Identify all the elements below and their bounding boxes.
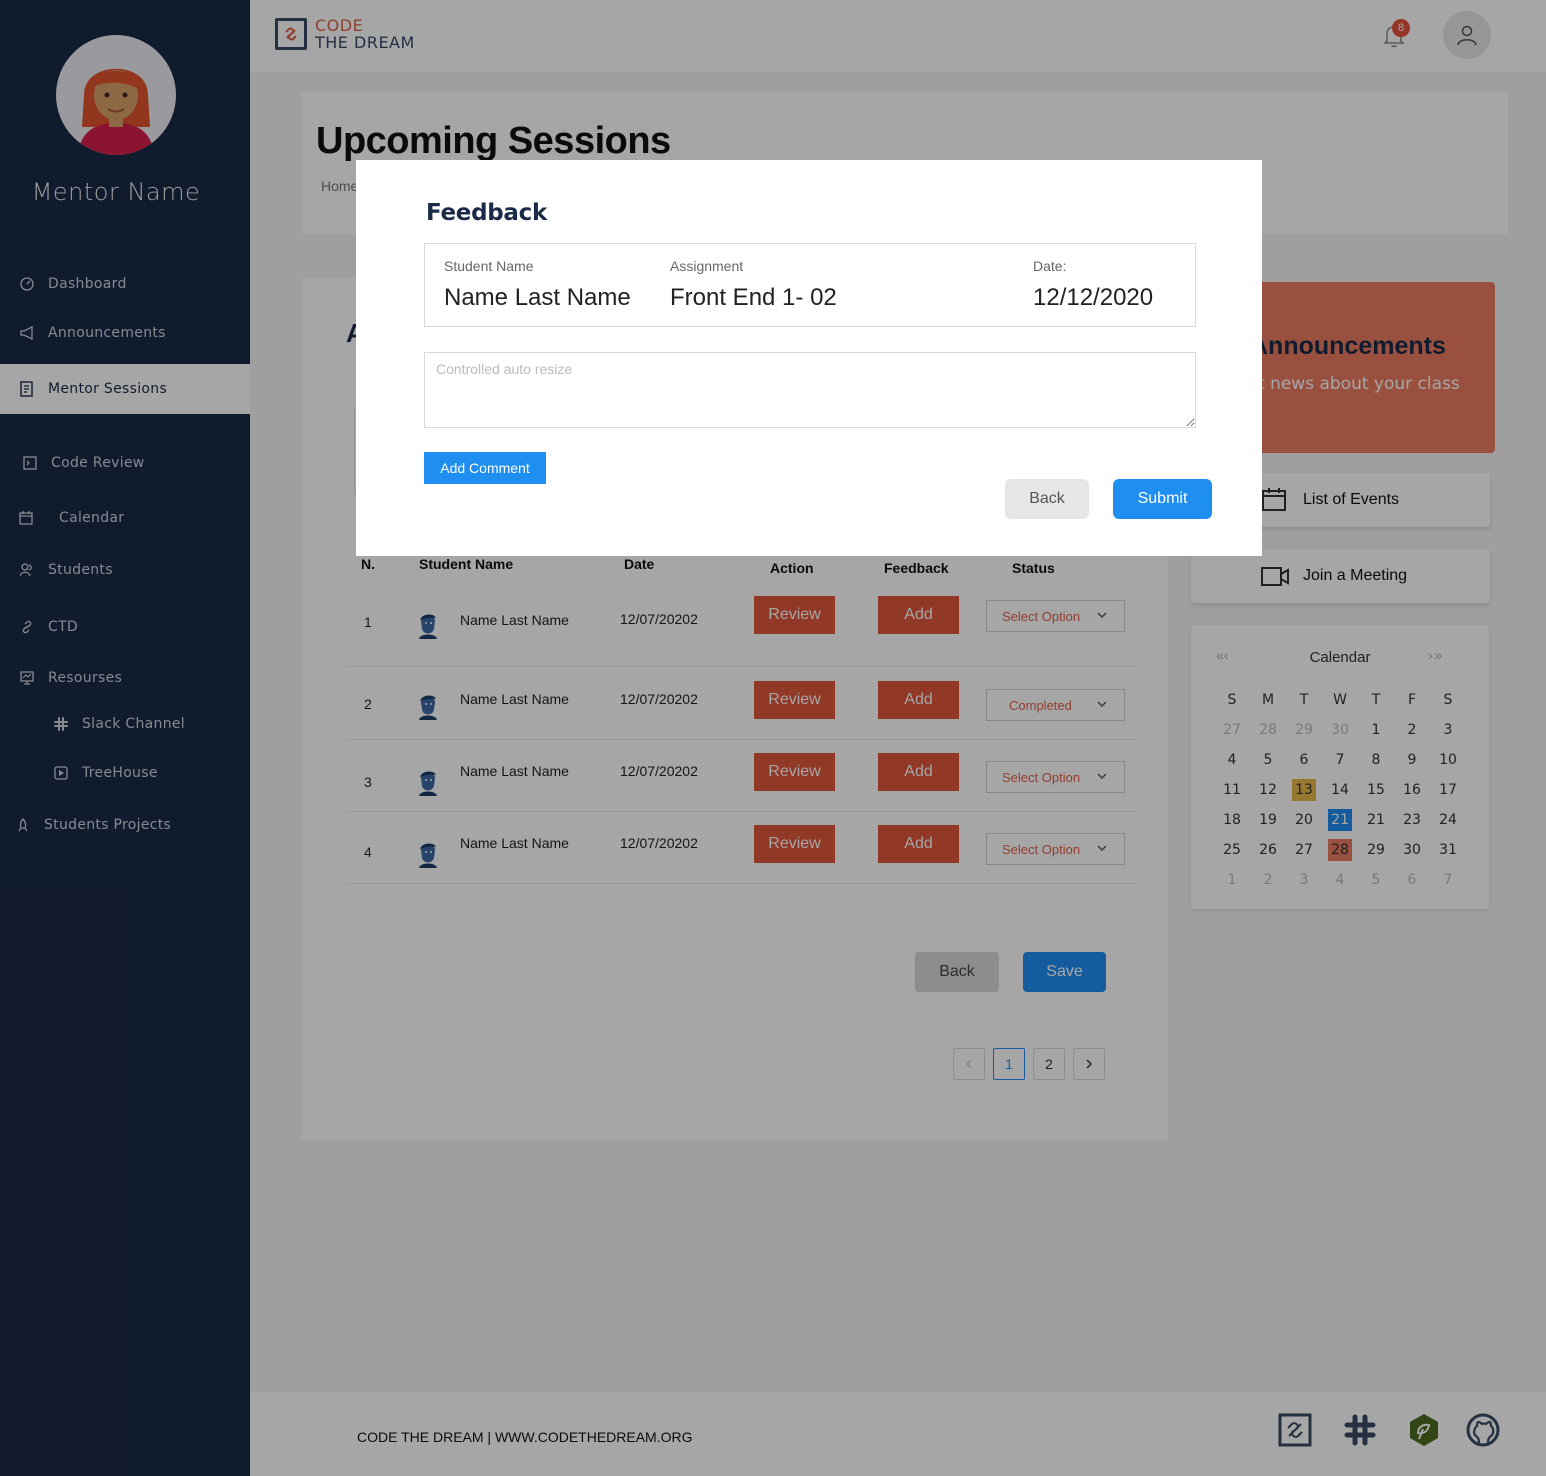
- date-label: Date:: [1033, 258, 1067, 274]
- submit-button[interactable]: Submit: [1113, 479, 1212, 519]
- date-value: 12/12/2020: [1033, 284, 1154, 311]
- comment-textarea[interactable]: [424, 352, 1196, 428]
- student-name-value: Name Last Name: [444, 284, 631, 311]
- feedback-modal: Feedback Student Name Name Last Name Ass…: [356, 160, 1262, 556]
- student-name-label: Student Name: [444, 258, 534, 274]
- assignment-value: Front End 1- 02: [670, 284, 837, 311]
- add-comment-button[interactable]: Add Comment: [424, 452, 546, 484]
- modal-title: Feedback: [426, 200, 547, 226]
- feedback-info-box: Student Name Name Last Name Assignment F…: [424, 243, 1196, 327]
- modal-back-button[interactable]: Back: [1005, 479, 1089, 519]
- assignment-label: Assignment: [670, 258, 744, 274]
